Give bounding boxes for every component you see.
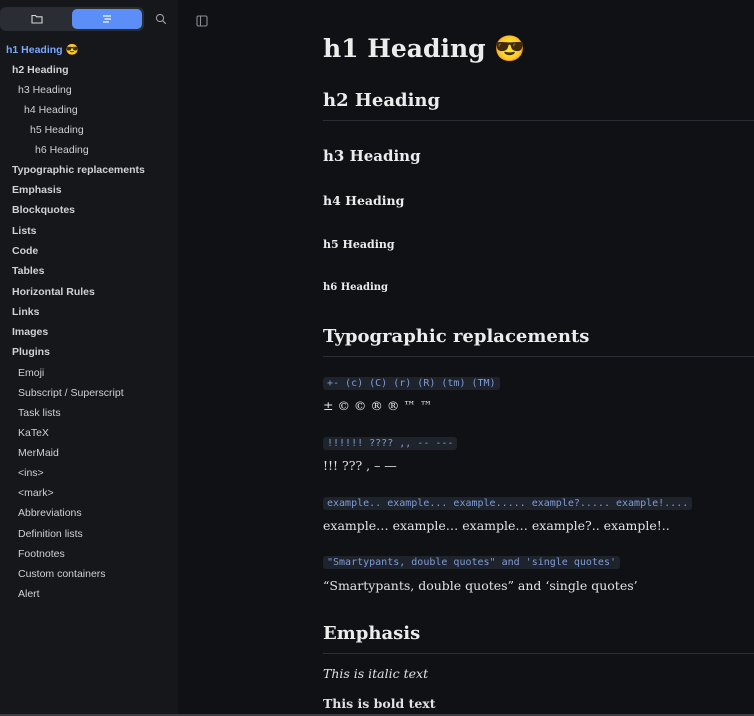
outline-item-h5[interactable]: h5 Heading: [30, 124, 84, 136]
tab-outline[interactable]: [72, 9, 142, 29]
outline-item-h6[interactable]: h6 Heading: [35, 144, 89, 156]
outline-item-abbreviations[interactable]: Abbreviations: [18, 507, 82, 519]
outline-item-mermaid[interactable]: MerMaid: [18, 447, 59, 459]
outline-item-images[interactable]: Images: [12, 326, 48, 338]
outline-item-h1[interactable]: h1 Heading 😎: [6, 43, 79, 56]
sidebar-toggle-icon: [196, 15, 208, 27]
folder-icon: [31, 14, 43, 24]
heading-h2: h2 Heading: [323, 90, 441, 111]
sidebar-header: [0, 0, 178, 38]
code-line: !!!!!! ???? ,, -- ---: [323, 431, 458, 450]
outline-item-typographic-replacements[interactable]: Typographic replacements: [12, 164, 145, 176]
code-line: "Smartypants, double quotes" and 'single…: [323, 550, 620, 569]
outline-item-emoji[interactable]: Emoji: [18, 367, 44, 379]
sidebar-toggle-button[interactable]: [196, 12, 210, 27]
code-line: +- (c) (C) (r) (R) (tm) (TM): [323, 371, 500, 390]
sidebar-tab-group: [0, 7, 144, 31]
outline-item-h3[interactable]: h3 Heading: [18, 84, 72, 96]
outline-item-ins[interactable]: <ins>: [18, 467, 44, 479]
outline-item-footnotes[interactable]: Footnotes: [18, 548, 65, 560]
search-icon: [155, 13, 167, 25]
heading-emphasis: Emphasis: [323, 623, 421, 644]
outline-item-emphasis[interactable]: Emphasis: [12, 184, 62, 196]
outline-item-lists[interactable]: Lists: [12, 225, 37, 237]
outline-item-tables[interactable]: Tables: [12, 265, 44, 277]
inline-code: example.. example... example..... exampl…: [323, 497, 693, 510]
code-line: example.. example... example..... exampl…: [323, 491, 693, 510]
heading-h5: h5 Heading: [323, 238, 395, 251]
bold-text: This is bold text: [323, 696, 436, 711]
outline-icon: [103, 15, 111, 23]
outline-item-code[interactable]: Code: [12, 245, 38, 257]
heading-typographic-replacements: Typographic replacements: [323, 326, 590, 347]
paragraph: “Smartypants, double quotes” and ‘single…: [323, 578, 638, 593]
outline-item-task-lists[interactable]: Task lists: [18, 407, 61, 419]
heading-h3: h3 Heading: [323, 147, 421, 165]
outline-item-h4[interactable]: h4 Heading: [24, 104, 78, 116]
search-button[interactable]: [153, 11, 169, 27]
outline-item-links[interactable]: Links: [12, 306, 39, 318]
outline-item-alert[interactable]: Alert: [18, 588, 40, 600]
outline-item-custom-containers[interactable]: Custom containers: [18, 568, 106, 580]
inline-code: "Smartypants, double quotes" and 'single…: [323, 556, 620, 569]
inline-code: +- (c) (C) (r) (R) (tm) (TM): [323, 377, 500, 390]
editor-pane: h1 Heading 😎 h2 Heading h3 Heading h4 He…: [178, 0, 754, 716]
heading-divider: [323, 653, 754, 654]
inline-code: !!!!!! ???? ,, -- ---: [323, 437, 458, 450]
outline-item-subscript-superscript[interactable]: Subscript / Superscript: [18, 387, 124, 399]
outline-item-h2[interactable]: h2 Heading: [12, 64, 69, 76]
sidebar: h1 Heading 😎 h2 Heading h3 Heading h4 He…: [0, 0, 178, 716]
heading-divider: [323, 120, 754, 121]
outline-item-mark[interactable]: <mark>: [18, 487, 54, 499]
outline-item-katex[interactable]: KaTeX: [18, 427, 49, 439]
heading-h6: h6 Heading: [323, 282, 389, 293]
paragraph: example… example… example… example?.. ex…: [323, 518, 670, 533]
paragraph: ± © © ® ® ™ ™: [323, 398, 433, 413]
outline-item-horizontal-rules[interactable]: Horizontal Rules: [12, 286, 95, 298]
italic-text: This is italic text: [323, 666, 429, 681]
outline-item-definition-lists[interactable]: Definition lists: [18, 528, 83, 540]
tab-files[interactable]: [2, 9, 72, 29]
heading-h4: h4 Heading: [323, 193, 405, 208]
paragraph: !!! ??? , – —: [323, 458, 397, 473]
outline-item-plugins[interactable]: Plugins: [12, 346, 50, 358]
outline-item-blockquotes[interactable]: Blockquotes: [12, 204, 75, 216]
heading-divider: [323, 356, 754, 357]
heading-h1: h1 Heading 😎: [323, 34, 526, 63]
